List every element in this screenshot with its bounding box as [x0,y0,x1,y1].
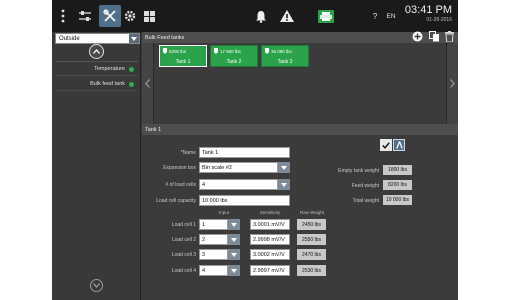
load-cell-sensitivity-field[interactable]: 2.9997 mV/V [250,265,290,276]
tank-name: Tank 3 [277,59,293,65]
load-cell-capacity-field[interactable]: 10 000 lbs [199,195,290,206]
chevron-down-icon[interactable] [278,179,290,190]
load-cell-sensitivity-field[interactable]: 2.9998 mV/V [250,234,290,245]
load-cell-capacity-label: Load cell capacity [156,198,196,204]
load-cell-raw-weight: 2550 lbs [297,234,326,245]
load-cell-input-select[interactable]: 4 [199,265,228,276]
section-title: Bulk Feed tanks [145,34,185,41]
detail-header: Tank 1 [142,124,458,135]
sidebar-item-label: Bulk feed tank [90,81,125,87]
location-select[interactable]: Outside [55,33,140,44]
clock-date: 01-28-2016 [426,17,452,23]
load-cells-select[interactable]: 4 [199,179,278,190]
status-dot-icon [129,81,134,87]
divider [55,61,138,62]
name-field[interactable]: Tank 1 [199,147,290,158]
printer-icon[interactable] [316,5,336,27]
expansion-box-label: Expansion box [163,165,196,171]
col-raw-header: Raw Weight [299,210,325,215]
status-dot-icon [129,66,134,72]
load-cell-sensitivity-field[interactable]: 3.0001 mV/V [250,219,290,230]
load-cell-input-select[interactable]: 1 [199,219,228,230]
load-cell-raw-weight: 2470 lbs [297,249,326,260]
clock: 03:41 PM 01-28-2016 [405,4,452,24]
help-button[interactable]: ? [370,5,380,27]
chevron-left-icon[interactable] [142,43,154,124]
gear-icon[interactable] [122,5,138,27]
language-button[interactable]: EN [384,5,398,27]
chevron-down-icon[interactable] [228,219,240,230]
tools-icon[interactable] [74,5,96,27]
feed-weight-label: Feed weight [351,183,379,189]
tank-capacity: 17 800 lbs [220,48,241,54]
location-select-value: Outside [59,35,80,42]
expansion-box-select[interactable]: Bin scale #2 [199,162,278,173]
tank-card[interactable]: 17 800 lbs Tank 2 [210,45,258,67]
chevron-down-icon[interactable] [278,162,290,173]
load-cell-input-select[interactable]: 3 [199,249,228,260]
load-cell-label: Load cell 2 [171,237,196,243]
sidebar-item-label: Temperature [94,66,125,72]
grid-icon[interactable] [141,5,157,27]
section-header: Bulk Feed tanks [142,29,458,43]
tank-capacity: 8200 lbs [169,48,187,54]
sidebar-item-temperature[interactable]: Temperature [55,63,138,76]
feed-weight-value: 8200 lbs [383,180,412,190]
calibrate-icon[interactable] [393,139,405,151]
load-cell-sensitivity-field[interactable]: 3.0002 mV/V [250,249,290,260]
trash-icon[interactable] [442,29,456,43]
chevron-down-icon[interactable] [228,265,240,276]
load-cell-label: Load cell 3 [171,252,196,258]
empty-weight-label: Empty tank weight [338,168,379,174]
load-cell-input-select[interactable]: 2 [199,234,228,245]
top-bar: ? EN 03:41 PM 01-28-2016 [52,0,458,32]
total-weight-value: 10 000 lbs [383,195,412,205]
warning-icon[interactable] [278,5,296,27]
checkmark-icon[interactable] [380,139,392,151]
chevron-down-icon[interactable] [129,34,139,43]
scroll-up-button[interactable] [89,44,104,59]
tank-card[interactable]: 8200 lbs Tank 1 [159,45,207,67]
tank-carousel: 8200 lbs Tank 1 17 800 lbs Tank 2 36 090… [142,43,458,124]
scroll-down-button[interactable] [90,279,103,292]
detail-title: Tank 1 [145,126,162,133]
chevron-right-icon[interactable] [446,43,458,124]
wrench-screwdriver-icon[interactable] [99,5,121,27]
copy-icon[interactable] [427,29,441,43]
load-cell-raw-weight: 2530 lbs [297,265,326,276]
empty-weight-value: 1800 lbs [383,165,412,175]
sidebar-item-bulk-feed-tank[interactable]: Bulk feed tank [55,78,138,91]
load-cell-raw-weight: 2450 lbs [297,219,326,230]
load-cells-label: # of load cells [165,182,196,188]
load-cell-label: Load cell 1 [171,222,196,228]
col-input-header: Input [218,210,229,215]
total-weight-label: Total weight [352,198,379,204]
tank-capacity: 36 090 lbs [271,48,292,54]
name-label: *Name [180,150,196,156]
app-window: ? EN 03:41 PM 01-28-2016 Outside Tempera… [52,0,458,300]
menu-icon[interactable] [56,5,70,27]
sidebar: Outside Temperature Bulk feed tank [52,32,141,300]
tank-card[interactable]: 36 090 lbs Tank 3 [261,45,309,67]
load-cell-label: Load cell 4 [171,268,196,274]
tank-name: Tank 1 [175,59,191,65]
chevron-down-icon[interactable] [228,249,240,260]
tank-name: Tank 2 [226,59,242,65]
clock-time: 03:41 PM [404,4,452,16]
main-panel: Bulk Feed tanks 8200 lbs Tank 1 17 800 l… [142,29,458,300]
tank-detail-form: *Name Tank 1 Expansion box Bin scale #2 … [142,135,458,300]
col-sensitivity-header: Sensitivity [259,210,281,215]
bell-icon[interactable] [253,5,269,27]
chevron-down-icon[interactable] [228,234,240,245]
add-icon[interactable] [410,29,424,43]
